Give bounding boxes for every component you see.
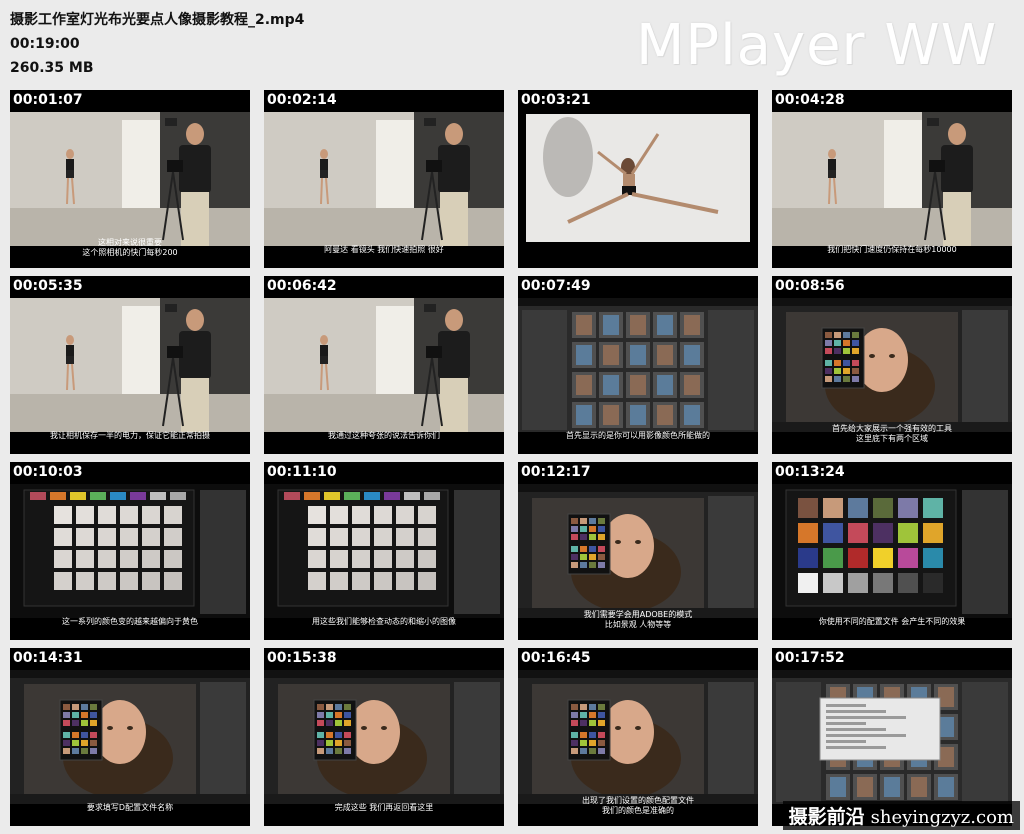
video-thumbnail[interactable]: 00:01:07 这相对来说很重要 这个照相机的快门每秒200 <box>10 90 250 268</box>
thumbnail-timestamp: 00:12:17 <box>521 464 591 480</box>
video-thumbnail[interactable]: 00:12:17 我们需要学会用ADOBE的模式 比如景观 人物等等 <box>518 462 758 640</box>
subtitle-line: 我通过这种夸张的说法告诉你们 <box>328 431 440 440</box>
subtitle: 完成这些 我们再返回看这里 <box>264 803 504 813</box>
video-frame-lightroom-portrait <box>10 670 250 804</box>
video-frame-lightroom-dialog <box>772 670 1012 804</box>
subtitle-line: 这相对来说很重要 <box>98 238 162 247</box>
video-frame-studio <box>772 112 1012 246</box>
video-thumbnail[interactable]: 00:11:10 用这些我们能够检查动态的和缩小的图像 <box>264 462 504 640</box>
thumbnail-timestamp: 00:13:24 <box>775 464 845 480</box>
video-thumbnail[interactable]: 00:07:49 首先显示的是你可以用影像颜色所能做的 <box>518 276 758 454</box>
video-frame-colorchecker <box>264 484 504 618</box>
file-duration: 00:19:00 <box>10 36 80 52</box>
thumbnail-timestamp: 00:16:45 <box>521 650 591 666</box>
subtitle-line: 阿曼达 看镜头 我们快速拍照 很好 <box>324 245 444 254</box>
subtitle: 用这些我们能够检查动态的和缩小的图像 <box>264 617 504 627</box>
thumbnail-timestamp: 00:04:28 <box>775 92 845 108</box>
subtitle-line: 用这些我们能够检查动态的和缩小的图像 <box>312 617 456 626</box>
video-frame-photo <box>518 112 758 246</box>
thumbnail-timestamp: 00:03:21 <box>521 92 591 108</box>
video-thumbnail[interactable]: 00:16:45 出现了我们设置的颜色配置文件 我们的颜色是准确的 <box>518 648 758 826</box>
video-frame-lightroom-grid <box>518 298 758 432</box>
subtitle-line: 我让相机保存一半的电力，保证它能正常拍摄 <box>50 431 210 440</box>
site-watermark: 摄影前沿 sheyingzyz.com <box>782 801 1020 830</box>
subtitle-line: 这个照相机的快门每秒200 <box>82 248 178 257</box>
video-frame-studio-shoot <box>264 112 504 246</box>
watermark-cn: 摄影前沿 <box>788 806 865 828</box>
video-frame-studio <box>10 112 250 246</box>
subtitle-line: 完成这些 我们再返回看这里 <box>334 803 434 812</box>
subtitle: 我们需要学会用ADOBE的模式 比如景观 人物等等 <box>518 610 758 630</box>
video-thumbnail[interactable]: 00:06:42 我通过这种夸张的说法告诉你们 <box>264 276 504 454</box>
subtitle: 这一系列的颜色变的越来越偏向于黄色 <box>10 617 250 627</box>
thumbnail-timestamp: 00:07:49 <box>521 278 591 294</box>
video-frame-studio-shoot <box>264 298 504 432</box>
subtitle: 首先显示的是你可以用影像颜色所能做的 <box>518 431 758 441</box>
video-thumbnail[interactable]: 00:14:31 要求填写D配置文件名称 <box>10 648 250 826</box>
video-frame-studio <box>10 298 250 432</box>
thumbnail-timestamp: 00:02:14 <box>267 92 337 108</box>
video-thumbnail[interactable]: 00:05:35 我让相机保存一半的电力，保证它能正常拍摄 <box>10 276 250 454</box>
video-frame-lightroom-portrait <box>264 670 504 804</box>
subtitle: 你使用不同的配置文件 会产生不同的效果 <box>772 617 1012 627</box>
subtitle-line: 我们需要学会用ADOBE的模式 <box>583 610 693 619</box>
subtitle-line: 我们的颜色是准确的 <box>602 806 674 815</box>
video-frame-lightroom-portrait <box>772 298 1012 432</box>
video-frame-colorchecker-full <box>772 484 1012 618</box>
thumbnail-timestamp: 00:05:35 <box>13 278 83 294</box>
subtitle: 阿曼达 看镜头 我们快速拍照 很好 <box>264 245 504 255</box>
video-frame-lightroom-portrait <box>518 670 758 804</box>
thumbnail-timestamp: 00:10:03 <box>13 464 83 480</box>
subtitle-line: 这一系列的颜色变的越来越偏向于黄色 <box>62 617 198 626</box>
thumbnail-timestamp: 00:06:42 <box>267 278 337 294</box>
video-thumbnail[interactable]: 00:03:21 <box>518 90 758 268</box>
subtitle-line: 出现了我们设置的颜色配置文件 <box>582 796 694 805</box>
video-thumbnail[interactable]: 00:17:52 <box>772 648 1012 826</box>
video-frame-colorchecker <box>10 484 250 618</box>
thumbnail-timestamp: 00:08:56 <box>775 278 845 294</box>
video-thumbnail[interactable]: 00:13:24 你使用不同的配置文件 会产生不同的效果 <box>772 462 1012 640</box>
subtitle: 这相对来说很重要 这个照相机的快门每秒200 <box>10 238 250 258</box>
thumbnail-timestamp: 00:17:52 <box>775 650 845 666</box>
subtitle-line: 比如景观 人物等等 <box>604 620 672 629</box>
mplayer-logo: MPlayer WW <box>636 13 998 78</box>
video-thumbnail[interactable]: 00:10:03 这一系列的颜色变的越来越偏向于黄色 <box>10 462 250 640</box>
thumbnail-timestamp: 00:11:10 <box>267 464 337 480</box>
subtitle: 要求填写D配置文件名称 <box>10 803 250 813</box>
subtitle: 我通过这种夸张的说法告诉你们 <box>264 431 504 441</box>
subtitle: 出现了我们设置的颜色配置文件 我们的颜色是准确的 <box>518 796 758 816</box>
thumbnail-timestamp: 00:15:38 <box>267 650 337 666</box>
subtitle: 我们把快门速度仍保持在每秒10000 <box>772 245 1012 255</box>
video-thumbnail[interactable]: 00:08:56 首先给大家展示一个强有效的工具 这里底下有两个区域 <box>772 276 1012 454</box>
file-info: 摄影工作室灯光布光要点人像摄影教程_2.mp4 00:19:00 260.35 … <box>10 8 304 80</box>
subtitle-line: 我们把快门速度仍保持在每秒10000 <box>827 245 957 254</box>
thumbnail-timestamp: 00:01:07 <box>13 92 83 108</box>
subtitle-line: 首先给大家展示一个强有效的工具 <box>832 424 952 433</box>
video-thumbnail[interactable]: 00:15:38 完成这些 我们再返回看这里 <box>264 648 504 826</box>
video-thumbnail[interactable]: 00:02:14 阿曼达 看镜头 我们快速拍照 很好 <box>264 90 504 268</box>
watermark-url: sheyingzyz.com <box>870 807 1014 828</box>
subtitle-line: 首先显示的是你可以用影像颜色所能做的 <box>566 431 710 440</box>
subtitle-line: 要求填写D配置文件名称 <box>86 803 174 812</box>
thumbnail-timestamp: 00:14:31 <box>13 650 83 666</box>
file-size: 260.35 MB <box>10 60 94 76</box>
subtitle: 首先给大家展示一个强有效的工具 这里底下有两个区域 <box>772 424 1012 444</box>
subtitle: 我让相机保存一半的电力，保证它能正常拍摄 <box>10 431 250 441</box>
subtitle-line: 这里底下有两个区域 <box>856 434 928 443</box>
file-name: 摄影工作室灯光布光要点人像摄影教程_2.mp4 <box>10 12 305 28</box>
video-thumbnail[interactable]: 00:04:28 我们把快门速度仍保持在每秒10000 <box>772 90 1012 268</box>
subtitle-line: 你使用不同的配置文件 会产生不同的效果 <box>818 617 966 626</box>
video-frame-lightroom-portrait <box>518 484 758 618</box>
